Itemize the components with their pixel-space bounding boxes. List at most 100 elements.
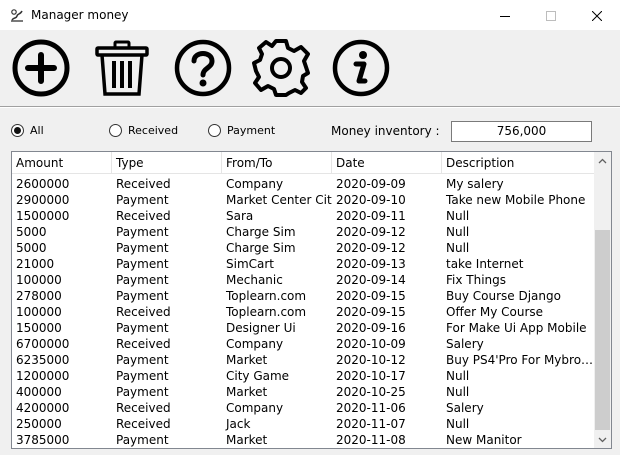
cell-amount: 3785000 <box>16 433 70 447</box>
column-header-type[interactable]: Type <box>112 152 222 174</box>
cell-type: Payment <box>116 321 169 335</box>
cell-description: Salery <box>446 337 484 351</box>
cell-date: 2020-10-17 <box>336 369 406 383</box>
table-row[interactable]: 3785000 Payment Market 2020-11-08 New Manito… <box>12 432 595 448</box>
table-row[interactable]: 100000 Payment Mechanic 2020-09-14 Fix Thing… <box>12 272 595 288</box>
cell-from-to: Jack <box>226 417 251 431</box>
table-row[interactable]: 2900000 Payment Market Center City 2020-09-… <box>12 192 595 208</box>
cell-type: Payment <box>116 433 169 447</box>
close-icon <box>592 10 602 21</box>
cell-amount: 150000 <box>16 321 62 335</box>
cell-description: Buy Course Django <box>446 289 561 303</box>
column-header-amount[interactable]: Amount <box>12 152 112 174</box>
maximize-button[interactable] <box>528 0 574 31</box>
cell-from-to: Company <box>226 337 284 351</box>
cell-amount: 6235000 <box>16 353 70 367</box>
add-button[interactable] <box>10 37 72 99</box>
cell-type: Payment <box>116 241 169 255</box>
cell-date: 2020-10-25 <box>336 385 406 399</box>
filter-payment-label: Payment <box>227 124 276 137</box>
scroll-up-button[interactable] <box>594 152 611 169</box>
cell-description: Salery <box>446 401 484 415</box>
minimize-icon <box>500 15 510 17</box>
cell-date: 2020-11-07 <box>336 417 406 431</box>
cell-from-to: Designer Ui <box>226 321 296 335</box>
cell-amount: 1500000 <box>16 209 70 223</box>
cell-type: Received <box>116 177 171 191</box>
column-header-date[interactable]: Date <box>332 152 442 174</box>
filter-all-radio[interactable]: All <box>11 124 44 137</box>
cell-from-to: Toplearn.com <box>226 305 307 319</box>
app-icon <box>9 7 25 23</box>
cell-type: Received <box>116 401 171 415</box>
scroll-thumb[interactable] <box>595 230 610 430</box>
cell-amount: 4200000 <box>16 401 70 415</box>
cell-description: Null <box>446 225 470 239</box>
vertical-scrollbar[interactable] <box>594 152 611 448</box>
minimize-button[interactable] <box>482 0 528 31</box>
info-button[interactable] <box>330 37 392 99</box>
scroll-down-button[interactable] <box>594 431 611 448</box>
transactions-table[interactable]: Amount Type From/To Date Description 260… <box>11 151 612 449</box>
cell-description: Null <box>446 369 470 383</box>
table-row[interactable]: 1200000 Payment City Game 2020-10-17 Null <box>12 368 595 384</box>
cell-from-to: Market <box>226 433 268 447</box>
cell-type: Payment <box>116 257 169 271</box>
table-row[interactable]: 278000 Payment Toplearn.com 2020-09-15 Buy C… <box>12 288 595 304</box>
cell-type: Payment <box>116 289 169 303</box>
delete-button[interactable] <box>91 37 153 99</box>
cell-amount: 6700000 <box>16 337 70 351</box>
cell-amount: 21000 <box>16 257 55 271</box>
help-button[interactable] <box>172 37 234 99</box>
filter-received-radio[interactable]: Received <box>109 124 178 137</box>
radio-dot[interactable] <box>208 124 221 137</box>
table-row[interactable]: 1500000 Received Sara 2020-09-11 Null <box>12 208 595 224</box>
chevron-down-icon <box>598 437 607 442</box>
cell-amount: 100000 <box>16 305 62 319</box>
table-row[interactable]: 5000 Payment Charge Sim 2020-09-12 Null <box>12 224 595 240</box>
cell-from-to: Company <box>226 401 284 415</box>
table-row[interactable]: 6700000 Received Company 2020-10-09 Salery <box>12 336 595 352</box>
table-row[interactable]: 21000 Payment SimCart 2020-09-13 take Intern… <box>12 256 595 272</box>
cell-amount: 100000 <box>16 273 62 287</box>
cell-description: Fix Things <box>446 273 507 287</box>
table-header: Amount Type From/To Date Description <box>12 152 595 174</box>
close-button[interactable] <box>574 0 620 31</box>
toolbar-separator <box>0 106 620 108</box>
cell-type: Payment <box>116 369 169 383</box>
cell-amount: 2900000 <box>16 193 70 207</box>
cell-amount: 278000 <box>16 289 62 303</box>
radio-dot[interactable] <box>11 124 24 137</box>
question-icon <box>174 39 232 97</box>
table-row[interactable]: 6235000 Payment Market 2020-10-12 Buy PS4'Pr… <box>12 352 595 368</box>
cell-date: 2020-09-13 <box>336 257 406 271</box>
cell-amount: 5000 <box>16 241 47 255</box>
cell-from-to: SimCart <box>226 257 275 271</box>
cell-date: 2020-11-08 <box>336 433 406 447</box>
table-row[interactable]: 2600000 Received Company 2020-09-09 My saler… <box>12 176 595 192</box>
cell-type: Received <box>116 209 171 223</box>
settings-button[interactable] <box>250 37 312 99</box>
cell-description: take Internet <box>446 257 524 271</box>
cell-description: Null <box>446 209 470 223</box>
inventory-field[interactable]: 756,000 <box>451 121 592 142</box>
table-row[interactable]: 250000 Received Jack 2020-11-07 Null <box>12 416 595 432</box>
cell-description: Take new Mobile Phone <box>446 193 586 207</box>
table-row[interactable]: 5000 Payment Charge Sim 2020-09-12 Null <box>12 240 595 256</box>
radio-dot[interactable] <box>109 124 122 137</box>
cell-description: Null <box>446 417 470 431</box>
window-title: Manager money <box>31 8 129 22</box>
info-icon <box>332 39 390 97</box>
table-row[interactable]: 100000 Received Toplearn.com 2020-09-15 Offe… <box>12 304 595 320</box>
maximize-icon <box>546 10 556 21</box>
column-header-from-to[interactable]: From/To <box>222 152 332 174</box>
column-header-description[interactable]: Description <box>442 152 595 174</box>
table-row[interactable]: 150000 Payment Designer Ui 2020-09-16 For Ma… <box>12 320 595 336</box>
cell-date: 2020-09-14 <box>336 273 406 287</box>
table-row[interactable]: 400000 Payment Market 2020-10-25 Null <box>12 384 595 400</box>
table-row[interactable]: 4200000 Received Company 2020-11-06 Salery <box>12 400 595 416</box>
toolbar <box>0 31 620 105</box>
cell-from-to: Charge Sim <box>226 241 296 255</box>
cell-type: Payment <box>116 225 169 239</box>
filter-payment-radio[interactable]: Payment <box>208 124 275 137</box>
